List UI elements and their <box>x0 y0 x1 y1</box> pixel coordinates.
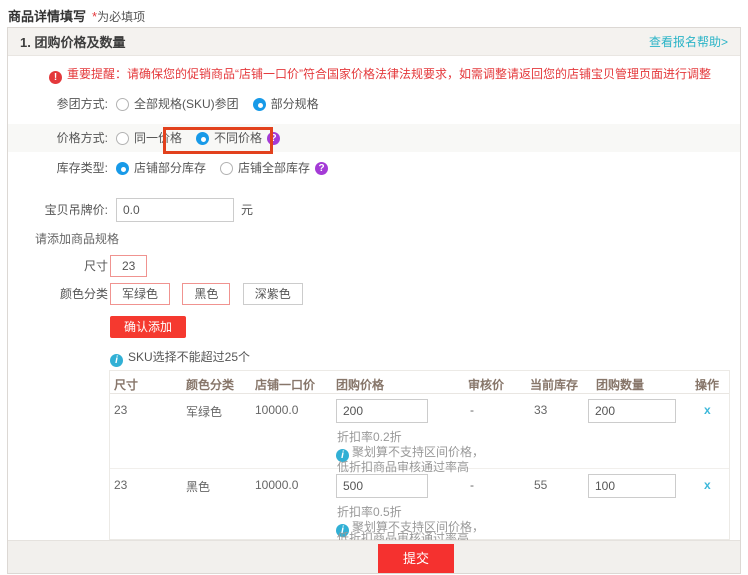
stock-type-label: 库存类型: <box>8 154 108 182</box>
submit-button[interactable]: 提交 <box>378 544 454 573</box>
header-size: 尺寸 <box>114 376 138 393</box>
cell-audit-price: - <box>470 478 474 492</box>
header-actions: 操作 <box>695 376 719 393</box>
sku-table: 尺寸 颜色分类 店铺一口价 团购价格 审核价 当前库存 团购数量 操作 23 军… <box>109 370 730 540</box>
spec-heading: 请添加商品规格 <box>35 232 119 246</box>
form-row-join-mode: 参团方式: 全部规格(SKU)参团 部分规格 <box>8 90 740 118</box>
remove-row-button[interactable]: x <box>704 478 711 492</box>
required-note: 为必填项 <box>97 10 145 24</box>
signup-help-link[interactable]: 查看报名帮助> <box>649 33 728 50</box>
cell-color: 军绿色 <box>186 403 222 420</box>
cell-shop-price: 10000.0 <box>255 478 298 492</box>
form-row-color: 颜色分类 军绿色 黑色 深紫色 <box>8 283 740 305</box>
cell-size: 23 <box>114 478 127 492</box>
color-chip-army-green[interactable]: 军绿色 <box>110 283 170 305</box>
group-quantity-input[interactable] <box>588 399 676 423</box>
group-price-input[interactable] <box>336 474 428 498</box>
cell-color: 黑色 <box>186 478 210 495</box>
header-group-price: 团购价格 <box>336 376 384 393</box>
cell-stock: 55 <box>534 478 547 492</box>
tag-price-label: 宝贝吊牌价: <box>8 196 108 224</box>
table-row: 23 军绿色 10000.0 折扣率0.2折 i聚划算不支持区间价格， 低折扣商… <box>110 394 729 469</box>
page-title: 商品详情填写*为必填项 <box>8 6 145 25</box>
sku-limit-text: SKU选择不能超过25个 <box>128 350 250 364</box>
group-price-panel: 1. 团购价格及数量 查看报名帮助> ! 重要提醒：请确保您的促销商品“店铺一口价… <box>7 27 741 574</box>
option-all-sku-label[interactable]: 全部规格(SKU)参团 <box>134 90 239 118</box>
radio-all-stock[interactable] <box>220 162 233 175</box>
radio-different-price[interactable] <box>196 132 209 145</box>
table-header-row: 尺寸 颜色分类 店铺一口价 团购价格 审核价 当前库存 团购数量 操作 <box>110 371 729 394</box>
cell-audit-price: - <box>470 403 474 417</box>
sku-limit-note: i SKU选择不能超过25个 <box>110 350 250 364</box>
option-all-stock-label[interactable]: 店铺全部库存 <box>238 154 310 182</box>
group-quantity-input[interactable] <box>588 474 676 498</box>
info-icon: i <box>110 354 123 367</box>
cell-shop-price: 10000.0 <box>255 403 298 417</box>
price-mode-label: 价格方式: <box>8 124 108 152</box>
stock-type-help-icon[interactable]: ? <box>315 162 328 175</box>
radio-partial-sku[interactable] <box>253 98 266 111</box>
price-tip-text1: 聚划算不支持区间价格， <box>352 445 484 459</box>
header-current-stock: 当前库存 <box>530 376 578 393</box>
option-partial-sku-label[interactable]: 部分规格 <box>271 90 319 118</box>
header-color: 颜色分类 <box>186 376 234 393</box>
price-mode-help-icon[interactable]: ? <box>267 132 280 145</box>
important-warning: ! 重要提醒：请确保您的促销商品“店铺一口价”符合国家价格法律法规要求，如需调整请… <box>49 65 711 84</box>
header-group-quantity: 团购数量 <box>596 376 644 393</box>
option-partial-stock-label[interactable]: 店铺部分库存 <box>134 154 206 182</box>
color-chip-dark-purple[interactable]: 深紫色 <box>243 283 303 305</box>
warning-text: 重要提醒：请确保您的促销商品“店铺一口价”符合国家价格法律法规要求，如需调整请返… <box>67 67 711 81</box>
form-row-price-mode: 价格方式: 同一价格 不同价格 ? <box>8 124 740 152</box>
header-shop-price: 店铺一口价 <box>255 376 315 393</box>
radio-all-sku[interactable] <box>116 98 129 111</box>
page-title-text: 商品详情填写 <box>8 9 86 24</box>
form-row-stock-type: 库存类型: 店铺部分库存 店铺全部库存 ? <box>8 154 740 182</box>
confirm-add-button[interactable]: 确认添加 <box>110 316 186 338</box>
panel-header: 1. 团购价格及数量 查看报名帮助> <box>8 28 740 56</box>
cell-size: 23 <box>114 403 127 417</box>
panel-footer: 提交 <box>8 540 740 573</box>
radio-partial-stock[interactable] <box>116 162 129 175</box>
cell-stock: 33 <box>534 403 547 417</box>
section-heading: 1. 团购价格及数量 <box>20 32 125 51</box>
form-row-size: 尺寸 23 <box>8 255 740 277</box>
option-same-price-label[interactable]: 同一价格 <box>134 124 182 152</box>
warning-icon: ! <box>49 71 62 84</box>
size-chip-23[interactable]: 23 <box>110 255 147 277</box>
size-label: 尺寸 <box>8 255 108 277</box>
radio-same-price[interactable] <box>116 132 129 145</box>
table-row: 23 黑色 10000.0 折扣率0.5折 i聚划算不支持区间价格， 低折扣商品… <box>110 469 729 540</box>
color-chip-black[interactable]: 黑色 <box>182 283 230 305</box>
color-label: 颜色分类 <box>8 283 108 305</box>
tag-price-unit: 元 <box>241 196 253 224</box>
form-row-tag-price: 宝贝吊牌价: 元 <box>8 196 740 224</box>
header-audit-price: 审核价 <box>468 376 504 393</box>
tag-price-input[interactable] <box>116 198 234 222</box>
option-different-price-label[interactable]: 不同价格 <box>214 124 262 152</box>
remove-row-button[interactable]: x <box>704 403 711 417</box>
join-mode-label: 参团方式: <box>8 90 108 118</box>
group-price-input[interactable] <box>336 399 428 423</box>
